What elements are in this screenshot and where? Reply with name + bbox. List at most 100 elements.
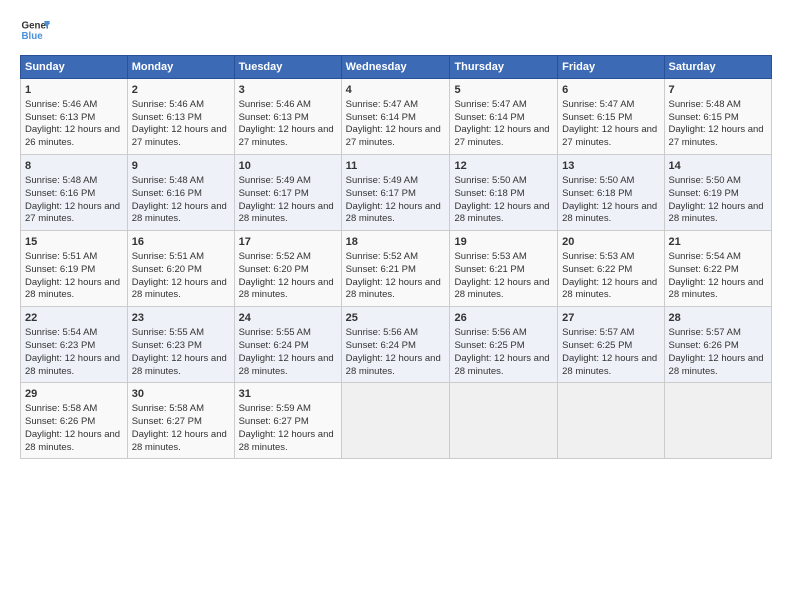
day-info-line: Sunrise: 5:48 AM <box>132 175 230 188</box>
day-info-line: Daylight: 12 hours and 28 minutes. <box>346 277 446 303</box>
day-number: 16 <box>132 235 230 250</box>
day-info-line: Daylight: 12 hours and 27 minutes. <box>132 124 230 150</box>
day-info-line: Sunset: 6:25 PM <box>562 340 659 353</box>
day-cell: 22Sunrise: 5:54 AMSunset: 6:23 PMDayligh… <box>21 307 128 383</box>
day-info-line: Daylight: 12 hours and 27 minutes. <box>669 124 767 150</box>
day-info-line: Daylight: 12 hours and 28 minutes. <box>239 277 337 303</box>
day-info-line: Sunset: 6:21 PM <box>346 264 446 277</box>
day-info-line: Sunset: 6:17 PM <box>239 188 337 201</box>
day-info-line: Sunrise: 5:49 AM <box>346 175 446 188</box>
header-cell-thursday: Thursday <box>450 56 558 79</box>
day-info-line: Daylight: 12 hours and 28 minutes. <box>454 277 553 303</box>
day-info-line: Sunrise: 5:53 AM <box>562 251 659 264</box>
day-info-line: Sunrise: 5:47 AM <box>454 99 553 112</box>
day-number: 20 <box>562 235 659 250</box>
day-info-line: Sunset: 6:13 PM <box>25 112 123 125</box>
day-number: 22 <box>25 311 123 326</box>
day-cell: 30Sunrise: 5:58 AMSunset: 6:27 PMDayligh… <box>127 383 234 459</box>
day-info-line: Daylight: 12 hours and 28 minutes. <box>346 353 446 379</box>
week-row-1: 1Sunrise: 5:46 AMSunset: 6:13 PMDaylight… <box>21 79 772 155</box>
day-info-line: Sunrise: 5:58 AM <box>132 403 230 416</box>
header-cell-tuesday: Tuesday <box>234 56 341 79</box>
day-info-line: Sunrise: 5:47 AM <box>562 99 659 112</box>
day-number: 24 <box>239 311 337 326</box>
day-number: 5 <box>454 83 553 98</box>
day-info-line: Sunset: 6:24 PM <box>346 340 446 353</box>
header-cell-saturday: Saturday <box>664 56 771 79</box>
day-number: 28 <box>669 311 767 326</box>
day-info-line: Sunset: 6:19 PM <box>25 264 123 277</box>
day-info-line: Sunset: 6:18 PM <box>562 188 659 201</box>
day-number: 1 <box>25 83 123 98</box>
day-number: 18 <box>346 235 446 250</box>
day-info-line: Sunset: 6:16 PM <box>25 188 123 201</box>
day-info-line: Sunrise: 5:53 AM <box>454 251 553 264</box>
day-info-line: Sunset: 6:22 PM <box>669 264 767 277</box>
day-info-line: Daylight: 12 hours and 28 minutes. <box>132 353 230 379</box>
svg-text:Blue: Blue <box>22 31 44 42</box>
day-number: 27 <box>562 311 659 326</box>
day-info-line: Daylight: 12 hours and 28 minutes. <box>239 429 337 455</box>
day-info-line: Sunset: 6:22 PM <box>562 264 659 277</box>
day-cell: 15Sunrise: 5:51 AMSunset: 6:19 PMDayligh… <box>21 231 128 307</box>
week-row-4: 22Sunrise: 5:54 AMSunset: 6:23 PMDayligh… <box>21 307 772 383</box>
day-info-line: Sunset: 6:23 PM <box>132 340 230 353</box>
day-cell: 19Sunrise: 5:53 AMSunset: 6:21 PMDayligh… <box>450 231 558 307</box>
day-info-line: Sunset: 6:21 PM <box>454 264 553 277</box>
day-info-line: Daylight: 12 hours and 28 minutes. <box>239 201 337 227</box>
day-info-line: Daylight: 12 hours and 28 minutes. <box>132 277 230 303</box>
calendar-header: SundayMondayTuesdayWednesdayThursdayFrid… <box>21 56 772 79</box>
day-info-line: Sunrise: 5:59 AM <box>239 403 337 416</box>
day-cell: 3Sunrise: 5:46 AMSunset: 6:13 PMDaylight… <box>234 79 341 155</box>
day-info-line: Sunset: 6:14 PM <box>346 112 446 125</box>
day-number: 30 <box>132 387 230 402</box>
day-number: 10 <box>239 159 337 174</box>
day-info-line: Sunrise: 5:54 AM <box>669 251 767 264</box>
header-cell-wednesday: Wednesday <box>341 56 450 79</box>
day-info-line: Daylight: 12 hours and 27 minutes. <box>562 124 659 150</box>
day-cell: 27Sunrise: 5:57 AMSunset: 6:25 PMDayligh… <box>558 307 664 383</box>
day-info-line: Daylight: 12 hours and 28 minutes. <box>562 353 659 379</box>
day-info-line: Daylight: 12 hours and 28 minutes. <box>454 353 553 379</box>
day-info-line: Sunrise: 5:52 AM <box>346 251 446 264</box>
page: General Blue SundayMondayTuesdayWednesda… <box>0 0 792 612</box>
day-number: 9 <box>132 159 230 174</box>
logo-icon: General Blue <box>20 15 50 45</box>
day-cell: 28Sunrise: 5:57 AMSunset: 6:26 PMDayligh… <box>664 307 771 383</box>
day-info-line: Sunrise: 5:48 AM <box>25 175 123 188</box>
week-row-5: 29Sunrise: 5:58 AMSunset: 6:26 PMDayligh… <box>21 383 772 459</box>
day-cell: 12Sunrise: 5:50 AMSunset: 6:18 PMDayligh… <box>450 155 558 231</box>
day-info-line: Sunset: 6:15 PM <box>562 112 659 125</box>
day-number: 11 <box>346 159 446 174</box>
day-cell: 31Sunrise: 5:59 AMSunset: 6:27 PMDayligh… <box>234 383 341 459</box>
day-info-line: Daylight: 12 hours and 28 minutes. <box>669 277 767 303</box>
day-cell: 24Sunrise: 5:55 AMSunset: 6:24 PMDayligh… <box>234 307 341 383</box>
day-info-line: Sunrise: 5:57 AM <box>669 327 767 340</box>
day-info-line: Sunrise: 5:51 AM <box>132 251 230 264</box>
day-cell: 6Sunrise: 5:47 AMSunset: 6:15 PMDaylight… <box>558 79 664 155</box>
calendar: SundayMondayTuesdayWednesdayThursdayFrid… <box>20 55 772 459</box>
day-info-line: Sunset: 6:16 PM <box>132 188 230 201</box>
day-info-line: Sunrise: 5:51 AM <box>25 251 123 264</box>
day-cell: 16Sunrise: 5:51 AMSunset: 6:20 PMDayligh… <box>127 231 234 307</box>
day-info-line: Daylight: 12 hours and 28 minutes. <box>669 201 767 227</box>
day-cell: 20Sunrise: 5:53 AMSunset: 6:22 PMDayligh… <box>558 231 664 307</box>
day-info-line: Daylight: 12 hours and 28 minutes. <box>25 353 123 379</box>
day-info-line: Sunrise: 5:48 AM <box>669 99 767 112</box>
day-info-line: Sunset: 6:25 PM <box>454 340 553 353</box>
day-info-line: Sunrise: 5:49 AM <box>239 175 337 188</box>
day-number: 13 <box>562 159 659 174</box>
day-info-line: Daylight: 12 hours and 27 minutes. <box>346 124 446 150</box>
day-cell: 25Sunrise: 5:56 AMSunset: 6:24 PMDayligh… <box>341 307 450 383</box>
day-info-line: Daylight: 12 hours and 28 minutes. <box>25 277 123 303</box>
day-info-line: Sunset: 6:19 PM <box>669 188 767 201</box>
day-info-line: Daylight: 12 hours and 28 minutes. <box>346 201 446 227</box>
day-info-line: Daylight: 12 hours and 28 minutes. <box>669 353 767 379</box>
day-cell: 10Sunrise: 5:49 AMSunset: 6:17 PMDayligh… <box>234 155 341 231</box>
day-info-line: Sunset: 6:20 PM <box>132 264 230 277</box>
header-cell-friday: Friday <box>558 56 664 79</box>
day-info-line: Daylight: 12 hours and 27 minutes. <box>239 124 337 150</box>
day-info-line: Sunset: 6:18 PM <box>454 188 553 201</box>
day-info-line: Sunrise: 5:50 AM <box>562 175 659 188</box>
day-cell <box>558 383 664 459</box>
